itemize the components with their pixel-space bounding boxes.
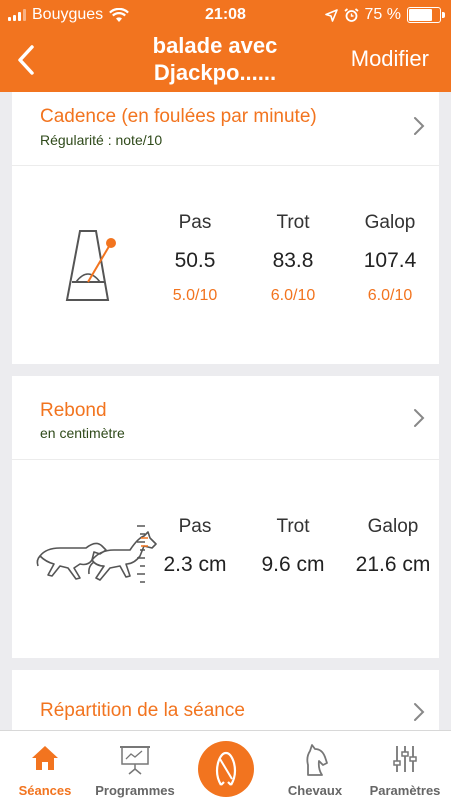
chevron-right-icon <box>414 409 425 427</box>
regularity-score: 6.0/10 <box>270 287 316 304</box>
tab-programmes[interactable]: Programmes <box>90 731 180 800</box>
cadence-card-header[interactable]: Cadence (en foulées par minute) Régulari… <box>12 92 439 166</box>
rebond-col-trot: Trot 9.6 cm <box>248 516 338 577</box>
rebond-metrics: Pas 2.3 cm Trot 9.6 cm Galop 21.6 cm <box>12 516 439 586</box>
status-bar: Bouygues 21:08 75 % <box>0 0 451 30</box>
start-session-button[interactable] <box>198 741 254 797</box>
sliders-icon <box>393 746 417 772</box>
edit-button[interactable]: Modifier <box>351 46 429 72</box>
rebond-value: 2.3 cm <box>163 553 227 576</box>
rebond-col-pas: Pas 2.3 cm <box>150 516 240 577</box>
rebond-card-header[interactable]: Rebond en centimètre <box>12 376 439 460</box>
repartition-title: Répartition de la séance <box>40 700 245 721</box>
page-title-line1: balade avec <box>152 33 278 58</box>
regularity-score: 5.0/10 <box>172 287 218 304</box>
rebond-value: 9.6 cm <box>261 553 325 576</box>
home-icon <box>32 746 58 770</box>
rebond-value: 21.6 cm <box>355 553 431 576</box>
page-title-line2: Djackpo...... <box>153 60 277 85</box>
cadence-value: 83.8 <box>272 249 314 272</box>
tab-chevaux[interactable]: Chevaux <box>270 731 360 800</box>
gait-label: Trot <box>276 516 310 537</box>
cadence-col-pas: Pas 50.5 5.0/10 <box>150 212 240 305</box>
tab-label: Chevaux <box>287 783 343 798</box>
tab-label: Paramètres <box>369 783 441 798</box>
location-arrow-icon <box>324 8 338 22</box>
gait-label: Galop <box>367 516 419 537</box>
chevron-right-icon <box>414 703 425 721</box>
chevron-right-icon <box>414 117 425 135</box>
cadence-title: Cadence (en foulées par minute) <box>40 106 317 127</box>
repartition-card[interactable]: Répartition de la séance <box>12 670 439 730</box>
rebond-subtitle: en centimètre <box>40 425 125 441</box>
gait-label: Pas <box>178 516 212 537</box>
gait-label: Trot <box>276 212 310 233</box>
tab-seances[interactable]: Séances <box>0 731 90 800</box>
cadence-value: 50.5 <box>174 249 216 272</box>
cadence-subtitle: Régularité : note/10 <box>40 132 163 148</box>
gait-label: Pas <box>178 212 212 233</box>
gait-label: Galop <box>364 212 416 233</box>
cadence-col-trot: Trot 83.8 6.0/10 <box>248 212 338 305</box>
regularity-score: 6.0/10 <box>367 287 413 304</box>
rebond-card: Rebond en centimètre Pas 2.3 cm Trot 9.6… <box>12 376 439 658</box>
cadence-col-galop: Galop 107.4 6.0/10 <box>345 212 435 305</box>
horseshoe-icon <box>215 751 237 786</box>
app-header: Bouygues 21:08 75 % balade avec Djackpo.… <box>0 0 451 92</box>
tab-label: Programmes <box>95 783 175 798</box>
rebond-col-galop: Galop 21.6 cm <box>345 516 441 577</box>
chevron-left-icon <box>18 45 34 75</box>
session-detail-scroll[interactable]: Cadence (en foulées par minute) Régulari… <box>0 92 451 730</box>
rebond-title: Rebond <box>40 400 107 421</box>
cadence-value: 107.4 <box>363 249 417 272</box>
back-button[interactable] <box>8 40 44 80</box>
horse-head-icon <box>306 744 328 776</box>
bottom-tab-bar: Séances Programmes Chevaux Paramètres <box>0 730 451 800</box>
presentation-board-icon <box>120 746 150 775</box>
page-title: balade avec Djackpo...... <box>100 32 330 86</box>
tab-parametres[interactable]: Paramètres <box>360 731 450 800</box>
battery-icon <box>407 7 445 23</box>
alarm-clock-icon <box>343 7 359 22</box>
cadence-metrics: Pas 50.5 5.0/10 Trot 83.8 6.0/10 Galop 1… <box>12 212 439 322</box>
battery-percent: 75 % <box>364 6 401 23</box>
tab-label: Séances <box>18 783 72 798</box>
cadence-card: Cadence (en foulées par minute) Régulari… <box>12 92 439 364</box>
